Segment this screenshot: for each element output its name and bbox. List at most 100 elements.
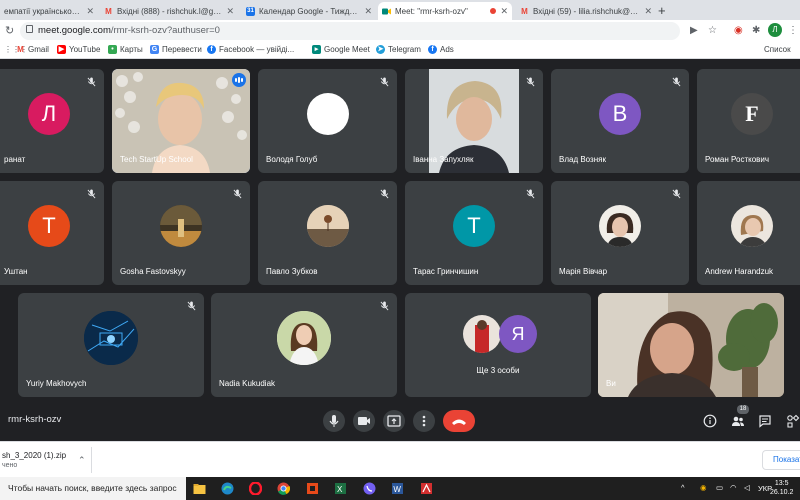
participant-tile[interactable]: Т Уштан <box>0 181 104 285</box>
system-clock[interactable]: 13:5 26.10.2 <box>770 479 793 497</box>
mic-off-icon <box>233 189 242 199</box>
participant-tile[interactable]: Л ранат <box>0 69 104 173</box>
bookmark-label: Facebook — увійді... <box>219 45 295 54</box>
facebook-icon: f <box>207 45 216 54</box>
mic-off-icon <box>380 301 389 311</box>
participant-name: Yuriy Makhovych <box>26 379 87 388</box>
participant-tile[interactable]: Andrew Harandzuk <box>697 181 800 285</box>
chevron-up-icon[interactable]: ⌃ <box>78 455 86 466</box>
avatar <box>277 311 331 365</box>
download-filename: sh_3_2020 (1).zip <box>2 451 67 460</box>
bookmark-meet[interactable]: ▸ Google Meet <box>312 45 370 54</box>
participant-tile[interactable]: Павло Зубков <box>258 181 397 285</box>
self-view-tile[interactable]: Ви <box>598 293 784 397</box>
participant-tile[interactable]: Марія Вівчар <box>551 181 689 285</box>
puzzle-icon[interactable]: ✱ <box>752 25 760 36</box>
camera-icon[interactable]: ▶ <box>690 25 698 36</box>
bookmark-translate[interactable]: G Перевести <box>150 45 202 54</box>
avatar: В <box>599 93 641 135</box>
show-all-downloads-button[interactable]: Показат <box>762 450 800 470</box>
browser-tab[interactable]: M Вхідні (888) - rishchuk.l@gmail.c ✕ <box>100 2 238 20</box>
microphone-button[interactable] <box>323 410 345 432</box>
close-tab-icon[interactable]: ✕ <box>644 6 652 17</box>
opera-icon[interactable] <box>249 482 262 495</box>
chrome-icon[interactable] <box>277 482 290 495</box>
bookmark-label: Gmail <box>28 45 49 54</box>
new-tab-icon[interactable]: + <box>658 3 666 18</box>
mic-off-icon <box>672 77 681 87</box>
url-path: /rmr-ksrh-ozv?authuser=0 <box>110 25 220 36</box>
close-tab-icon[interactable]: ✕ <box>364 6 372 17</box>
present-screen-icon <box>387 415 401 427</box>
participant-tile[interactable]: В Влад Возняк <box>551 69 689 173</box>
download-item[interactable]: sh_3_2020 (1).zip чено ⌃ <box>0 447 92 473</box>
avatar[interactable]: Л <box>768 23 782 37</box>
office-icon[interactable] <box>306 482 319 495</box>
more-participants-tile[interactable]: Я Ще 3 особи <box>405 293 591 397</box>
bookmark-telegram[interactable]: ➤ Telegram <box>376 45 421 54</box>
bookmark-gmail[interactable]: M Gmail <box>16 45 49 54</box>
volume-icon[interactable]: ◁ <box>744 483 750 492</box>
edge-icon[interactable] <box>221 482 234 495</box>
star-icon[interactable]: ☆ <box>708 25 717 36</box>
mic-off-icon <box>87 189 96 199</box>
acrobat-icon[interactable] <box>420 482 433 495</box>
participant-tile[interactable]: Іванна Запухляк <box>405 69 543 173</box>
participant-tile[interactable]: Yuriy Makhovych <box>18 293 204 397</box>
close-tab-icon[interactable]: ✕ <box>226 6 234 17</box>
participant-tile[interactable]: F Роман Росткович <box>697 69 800 173</box>
activities-icon[interactable] <box>786 414 800 428</box>
reload-icon[interactable]: ↻ <box>5 24 14 37</box>
present-screen-button[interactable] <box>383 410 405 432</box>
info-icon[interactable] <box>703 414 717 428</box>
bookmark-ads[interactable]: f Ads <box>428 45 454 54</box>
network-icon[interactable]: ◉ <box>700 483 707 492</box>
browser-tab[interactable]: емпатії українською – По ✕ <box>0 2 98 20</box>
chat-icon[interactable] <box>758 414 772 428</box>
avatar: F <box>731 93 773 135</box>
self-name: Ви <box>606 379 616 388</box>
phone-hangup-icon <box>452 419 466 425</box>
calendar-icon: 31 <box>246 6 255 16</box>
tab-title: Вхідні (888) - rishchuk.l@gmail.c <box>117 6 223 16</box>
download-shelf: sh_3_2020 (1).zip чено ⌃ Показат <box>0 441 800 477</box>
url-input[interactable]: meet.google.com/rmr-ksrh-ozv?authuser=0 <box>20 22 680 40</box>
more-options-button[interactable] <box>413 410 435 432</box>
bookmark-label: Перевести <box>162 45 202 54</box>
wifi-icon[interactable]: ◠ <box>730 483 737 492</box>
bookmark-facebook[interactable]: f Facebook — увійді... <box>207 45 294 54</box>
file-explorer-icon[interactable] <box>193 482 206 495</box>
menu-icon[interactable]: ⋮ <box>788 25 798 36</box>
battery-icon[interactable]: ▭ <box>716 483 723 492</box>
participant-tile[interactable]: Nadia Kukudiak <box>211 293 397 397</box>
participant-tile[interactable]: Т Тарас Гринчишин <box>405 181 543 285</box>
bookmark-maps[interactable]: • Карты <box>108 45 143 54</box>
chevron-up-icon[interactable]: ^ <box>681 483 685 492</box>
participant-name: Павло Зубков <box>266 267 318 276</box>
more-participants-label: Ще 3 особи <box>476 366 520 375</box>
mic-off-icon <box>526 77 535 87</box>
participant-name: Іванна Запухляк <box>413 155 474 164</box>
windows-search-input[interactable]: Чтобы начать поиск, введите здесь запрос <box>0 477 186 500</box>
browser-tab[interactable]: 31 Календар Google - Тиждень (2 ✕ <box>242 2 376 20</box>
close-tab-icon[interactable]: ✕ <box>86 6 94 17</box>
avatar <box>160 205 202 247</box>
gmail-icon: M <box>521 6 528 16</box>
tab-title: Календар Google - Тиждень (2 <box>259 6 361 16</box>
participant-tile-speaking[interactable]: Tech StartUp School <box>112 69 250 173</box>
translate-icon: G <box>150 45 159 54</box>
participant-tile[interactable]: Gosha Fastovskyy <box>112 181 250 285</box>
leave-call-button[interactable] <box>443 410 475 432</box>
people-icon[interactable] <box>731 414 745 428</box>
bookmark-youtube[interactable]: ▶ YouTube <box>57 45 100 54</box>
browser-tab[interactable]: M Вхідні (59) - lilia.rishchuk@nung ✕ <box>516 2 656 20</box>
excel-icon[interactable]: X <box>334 482 347 495</box>
extension-shield-icon[interactable]: ◉ <box>734 25 743 36</box>
close-tab-icon[interactable]: ✕ <box>500 6 508 17</box>
other-bookmarks[interactable]: Список <box>764 45 791 54</box>
word-icon[interactable]: W <box>391 482 404 495</box>
participant-tile[interactable]: Володя Голуб <box>258 69 397 173</box>
camera-button[interactable] <box>353 410 375 432</box>
browser-tab-active[interactable]: Meet: "rmr-ksrh-ozv" ✕ <box>378 2 512 20</box>
viber-icon[interactable] <box>363 482 376 495</box>
